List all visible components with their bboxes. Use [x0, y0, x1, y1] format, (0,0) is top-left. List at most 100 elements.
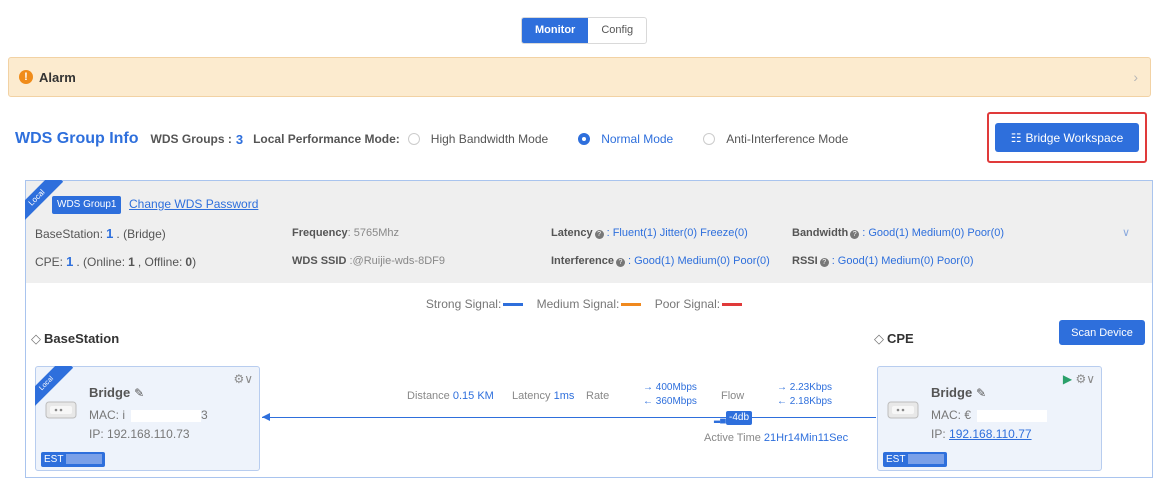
device-name: Bridge ✎ [89, 385, 144, 400]
mode-anti-interference[interactable]: Anti-Interference Mode [703, 132, 848, 146]
radio-circle[interactable] [407, 133, 420, 145]
cpe-title: ◇ CPE [874, 331, 914, 347]
wds-group-panel: Local WDS Group1 Change WDS Password Bas… [25, 180, 1153, 478]
bandwidth-label: Bandwidth [792, 227, 849, 239]
link-arrowhead [262, 413, 270, 421]
mode-label: Normal Mode [601, 132, 674, 146]
chevron-down-icon[interactable]: ∨ [1086, 372, 1095, 386]
frequency: Frequency: 5765Mhz [292, 227, 399, 239]
est-label: EST [886, 454, 906, 465]
help-icon[interactable]: ? [819, 258, 829, 267]
mode-label: High Bandwidth Mode [430, 132, 549, 146]
wds-ssid: WDS SSID :@Ruijie-wds-8DF9 [292, 255, 445, 267]
frequency-value: : 5765Mhz [347, 227, 400, 239]
mac-label: MAC: [89, 408, 119, 422]
link-distance: Distance 0.15 KM [407, 390, 494, 402]
mac-label: MAC: [931, 408, 961, 422]
radio-circle[interactable] [703, 133, 716, 145]
legend-strong-label: Strong Signal: [425, 297, 502, 311]
grid-icon: ☷ [1010, 130, 1022, 145]
ip-link[interactable]: 192.168.110.77 [949, 427, 1032, 441]
groups-label: WDS Groups : [150, 132, 232, 146]
cpe-count: 1 [66, 254, 74, 269]
chevron-down-icon[interactable]: ∨ [244, 372, 253, 386]
mode-normal[interactable]: Normal Mode [578, 132, 673, 146]
chevron-down-icon[interactable]: ∨ [1122, 226, 1130, 239]
latency-stats: Latency?: Fluent(1) Jitter(0) Freeze(0) [551, 227, 748, 239]
basestation-card[interactable]: Local Bridge ✎ MAC: i3 IP: 192.168.110.73… [35, 366, 260, 471]
mode-high-bandwidth[interactable]: High Bandwidth Mode [407, 132, 549, 146]
cpe-offline-label: , Offline: [137, 255, 183, 269]
ip-value: 192.168.110.73 [107, 427, 190, 441]
basestation-title-text: BaseStation [44, 331, 120, 346]
est-label: EST [44, 454, 64, 465]
diamond-icon: ◇ [31, 331, 41, 346]
groups-count: 3 [235, 131, 244, 147]
tab-config[interactable]: Config [588, 18, 646, 43]
rate-up: → 400Mbps [643, 382, 697, 393]
active-time: Active Time 21Hr14Min11Sec [704, 432, 848, 444]
bridge-workspace-button[interactable]: ☷ Bridge Workspace [995, 123, 1139, 152]
group-tag: WDS Group1 [52, 196, 122, 214]
rate-down-value: 360Mbps [655, 396, 697, 407]
bridge-workspace-highlight: ☷ Bridge Workspace [987, 112, 1147, 163]
cpe-card[interactable]: Bridge ✎ MAC: € IP: 192.168.110.77 ▶ ⚙∨ E… [877, 366, 1102, 471]
card-tools: ⚙∨ [233, 372, 253, 386]
gear-icon[interactable]: ⚙ [233, 372, 244, 386]
chevron-right-icon[interactable]: › [1133, 69, 1138, 85]
card-tools: ▶ ⚙∨ [1063, 372, 1095, 386]
edit-icon[interactable]: ✎ [134, 386, 144, 400]
bridge-workspace-label: Bridge Workspace [1025, 130, 1124, 145]
cpe-label: CPE: [35, 255, 64, 269]
cpe-online-prefix: . (Online: [76, 255, 126, 269]
est-badge: EST [41, 452, 106, 467]
device-mac: MAC: € [931, 408, 1048, 422]
group-info-title: WDS Group Info [15, 130, 139, 147]
flow-up-value: 2.23Kbps [789, 382, 833, 393]
signal-icon: ▂▄ [714, 414, 726, 423]
bandwidth-stats: Bandwidth?: Good(1) Medium(0) Poor(0) [792, 227, 1004, 239]
ip-label: IP: [931, 427, 946, 441]
legend-poor-label: Poor Signal: [654, 297, 721, 311]
interference-stats: Interference?: Good(1) Medium(0) Poor(0) [551, 255, 770, 267]
active-time-label: Active Time [704, 432, 761, 444]
link-line [262, 417, 876, 418]
scan-device-button[interactable]: Scan Device [1059, 320, 1145, 345]
flow-up: → 2.23Kbps [777, 382, 833, 393]
edit-icon[interactable]: ✎ [976, 386, 986, 400]
change-wds-password-link[interactable]: Change WDS Password [129, 197, 258, 211]
est-redaction [908, 454, 945, 465]
radio-circle[interactable] [578, 133, 591, 145]
bridge-device-icon [887, 401, 919, 419]
rate-label: Rate [586, 390, 610, 402]
ssid-label: WDS SSID [292, 255, 347, 267]
rssi-stats: RSSI?: Good(1) Medium(0) Poor(0) [792, 255, 974, 267]
tab-monitor[interactable]: Monitor [522, 18, 589, 43]
est-redaction [66, 454, 103, 465]
bandwidth-value: : Good(1) Medium(0) Poor(0) [862, 227, 1005, 239]
help-icon[interactable]: ? [615, 258, 625, 267]
cpe-summary: CPE: 1 . (Online: 1 , Offline: 0) [35, 254, 196, 269]
help-icon[interactable]: ? [594, 230, 604, 239]
device-mac: MAC: i 3 [89, 408, 208, 422]
alarm-bar[interactable]: ! Alarm › [8, 57, 1151, 97]
help-icon[interactable]: ? [850, 230, 860, 239]
latency-value: 1ms [553, 390, 575, 402]
rssi-value: : Good(1) Medium(0) Poor(0) [831, 255, 974, 267]
group-info-row: WDS Group Info WDS Groups : 3 Local Perf… [15, 126, 848, 152]
latency-value: : Fluent(1) Jitter(0) Freeze(0) [606, 227, 748, 239]
mac-fragment: i [122, 408, 126, 422]
flow-down: ← 2.18Kbps [777, 396, 833, 407]
legend-strong-swatch [503, 303, 524, 307]
signal-db-badge: -4db [726, 411, 753, 425]
basestation-count: 1 [106, 226, 114, 241]
ip-label: IP: [89, 427, 104, 441]
perf-mode-label: Local Performance Mode: [253, 132, 400, 146]
basestation-summary: BaseStation: 1 . (Bridge) [35, 226, 166, 241]
gear-icon[interactable]: ⚙ [1075, 372, 1086, 386]
cpe-title-text: CPE [887, 331, 914, 346]
diamond-icon: ◇ [874, 331, 884, 346]
distance-value: 0.15 KM [452, 390, 494, 402]
mode-label: Anti-Interference Mode [726, 132, 849, 146]
view-switch: Monitor Config [521, 17, 648, 44]
